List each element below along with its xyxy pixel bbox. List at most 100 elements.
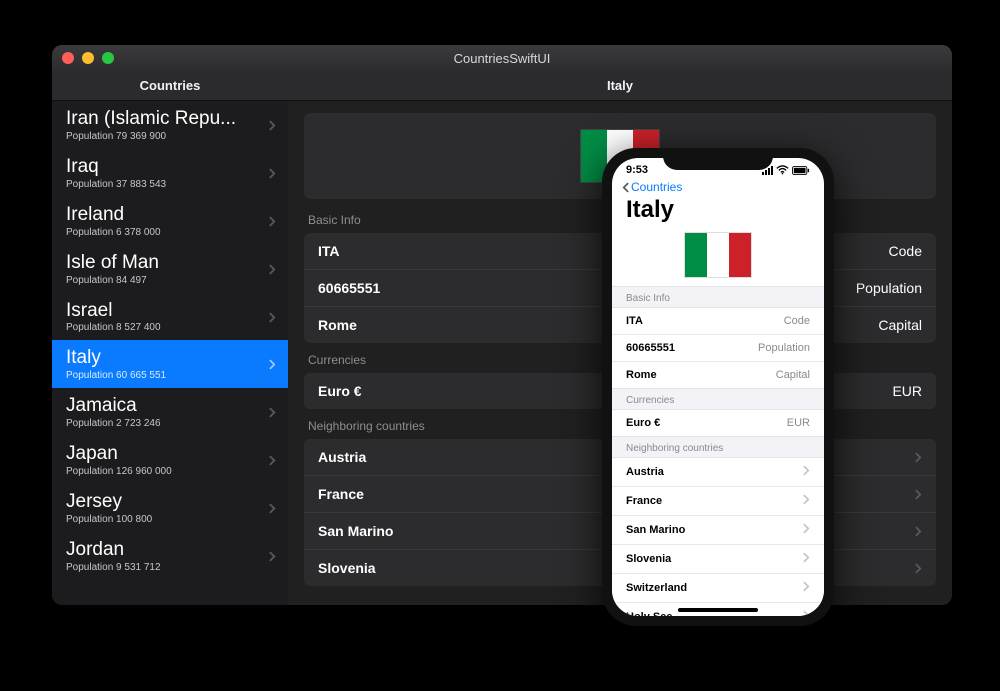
chevron-right-icon [269, 359, 276, 370]
chevron-right-icon [803, 465, 810, 479]
row-left: Rome [318, 317, 357, 333]
sidebar-item-country[interactable]: Isle of ManPopulation 84 497 [52, 245, 288, 293]
sidebar-item-country[interactable]: IrelandPopulation 6 378 000 [52, 197, 288, 245]
chevron-right-icon [803, 552, 810, 566]
iphone-notch [663, 148, 773, 170]
country-population: Population 8 527 400 [66, 322, 269, 333]
basic-info-list: ITACode 60665551 Population RomeCapital [612, 308, 824, 388]
sidebar-header: Countries [52, 71, 288, 100]
country-population: Population 9 531 712 [66, 562, 269, 573]
chevron-right-icon [269, 551, 276, 562]
chevron-right-icon [269, 312, 276, 323]
countries-sidebar[interactable]: Iran (Islamic Repu...Population 79 369 9… [52, 101, 288, 605]
neighbor-row[interactable]: Slovenia [612, 544, 824, 573]
row-left: Austria [318, 449, 366, 465]
chevron-right-icon [803, 523, 810, 537]
chevron-right-icon [269, 216, 276, 227]
row-left: Euro € [626, 417, 660, 429]
chevron-right-icon [803, 552, 810, 563]
chevron-right-icon [915, 526, 922, 537]
sidebar-item-country[interactable]: IraqPopulation 37 883 543 [52, 149, 288, 197]
section-label-currencies: Currencies [612, 388, 824, 410]
row-right: Code [784, 315, 810, 327]
chevron-right-icon [915, 563, 922, 574]
home-indicator[interactable] [678, 608, 758, 612]
country-population: Population 37 883 543 [66, 179, 269, 190]
row-left: 60665551 [626, 342, 675, 354]
iphone-screen: 9:53 Countries Italy Basic Info ITACode6… [612, 158, 824, 616]
status-icons [762, 165, 810, 175]
country-population: Population 79 369 900 [66, 131, 269, 142]
sidebar-item-country[interactable]: Iran (Islamic Repu...Population 79 369 9… [52, 101, 288, 149]
neighbor-row[interactable]: Switzerland [612, 573, 824, 602]
sidebar-item-country[interactable]: JapanPopulation 126 960 000 [52, 436, 288, 484]
status-time: 9:53 [626, 164, 648, 176]
info-row: RomeCapital [612, 361, 824, 388]
page-title: Italy [612, 196, 824, 228]
row-left: Austria [626, 466, 664, 478]
sidebar-item-country[interactable]: JerseyPopulation 100 800 [52, 484, 288, 532]
chevron-right-icon [915, 452, 922, 463]
row-right: Population [856, 280, 922, 296]
chevron-right-icon [269, 168, 276, 179]
row-left: Switzerland [626, 582, 687, 594]
back-button[interactable]: Countries [622, 180, 814, 194]
chevron-right-icon [269, 120, 276, 131]
info-row: ITACode [612, 308, 824, 334]
chevron-right-icon [269, 503, 276, 514]
detail-header: Italy [288, 71, 952, 100]
window-title: CountriesSwiftUI [52, 51, 952, 66]
country-name: Jersey [66, 492, 269, 513]
sidebar-item-country[interactable]: IsraelPopulation 8 527 400 [52, 293, 288, 341]
row-left: San Marino [626, 524, 685, 536]
country-population: Population 2 723 246 [66, 418, 269, 429]
neighbor-row[interactable]: San Marino [612, 515, 824, 544]
row-left: Slovenia [626, 553, 671, 565]
country-name: Iran (Islamic Repu... [66, 109, 269, 130]
chevron-right-icon [269, 407, 276, 418]
row-left: San Marino [318, 523, 393, 539]
italy-flag-icon [684, 232, 752, 278]
row-right: Population [758, 342, 810, 354]
info-row: Euro € EUR [612, 410, 824, 436]
chevron-right-icon [269, 264, 276, 275]
chevron-right-icon [269, 455, 276, 466]
chevron-right-icon [803, 523, 810, 534]
row-left: France [318, 486, 364, 502]
row-left: Euro € [318, 383, 362, 399]
neighbor-row[interactable]: France [612, 486, 824, 515]
country-name: Isle of Man [66, 253, 269, 274]
back-label: Countries [631, 180, 682, 194]
country-name: Italy [66, 348, 269, 369]
nav-bar: Countries [612, 176, 824, 196]
sidebar-item-country[interactable]: JordanPopulation 9 531 712 [52, 532, 288, 580]
neighbor-row[interactable]: Austria [612, 458, 824, 486]
sidebar-item-country[interactable]: JamaicaPopulation 2 723 246 [52, 388, 288, 436]
country-name: Japan [66, 444, 269, 465]
row-left: Rome [626, 369, 657, 381]
sidebar-item-country[interactable]: ItalyPopulation 60 665 551 [52, 340, 288, 388]
country-population: Population 60 665 551 [66, 370, 269, 381]
row-right: EUR [892, 383, 922, 399]
iphone-device: 9:53 Countries Italy Basic Info ITACode6… [602, 148, 834, 626]
country-population: Population 126 960 000 [66, 466, 269, 477]
country-name: Iraq [66, 157, 269, 178]
row-left: ITA [318, 243, 340, 259]
row-left: Holy See [626, 611, 672, 616]
row-right: Code [889, 243, 922, 259]
chevron-right-icon [915, 489, 922, 500]
section-label-neighbors: Neighboring countries [612, 436, 824, 458]
country-population: Population 6 378 000 [66, 227, 269, 238]
info-row: 60665551 Population [612, 334, 824, 361]
country-population: Population 84 497 [66, 275, 269, 286]
country-name: Jamaica [66, 396, 269, 417]
wifi-icon [776, 165, 789, 175]
row-right: EUR [787, 417, 810, 429]
chevron-right-icon [803, 610, 810, 616]
country-name: Ireland [66, 205, 269, 226]
row-right: Capital [878, 317, 922, 333]
row-left: Slovenia [318, 560, 376, 576]
chevron-right-icon [803, 581, 810, 592]
country-name: Jordan [66, 540, 269, 561]
mac-column-header: Countries Italy [52, 71, 952, 101]
